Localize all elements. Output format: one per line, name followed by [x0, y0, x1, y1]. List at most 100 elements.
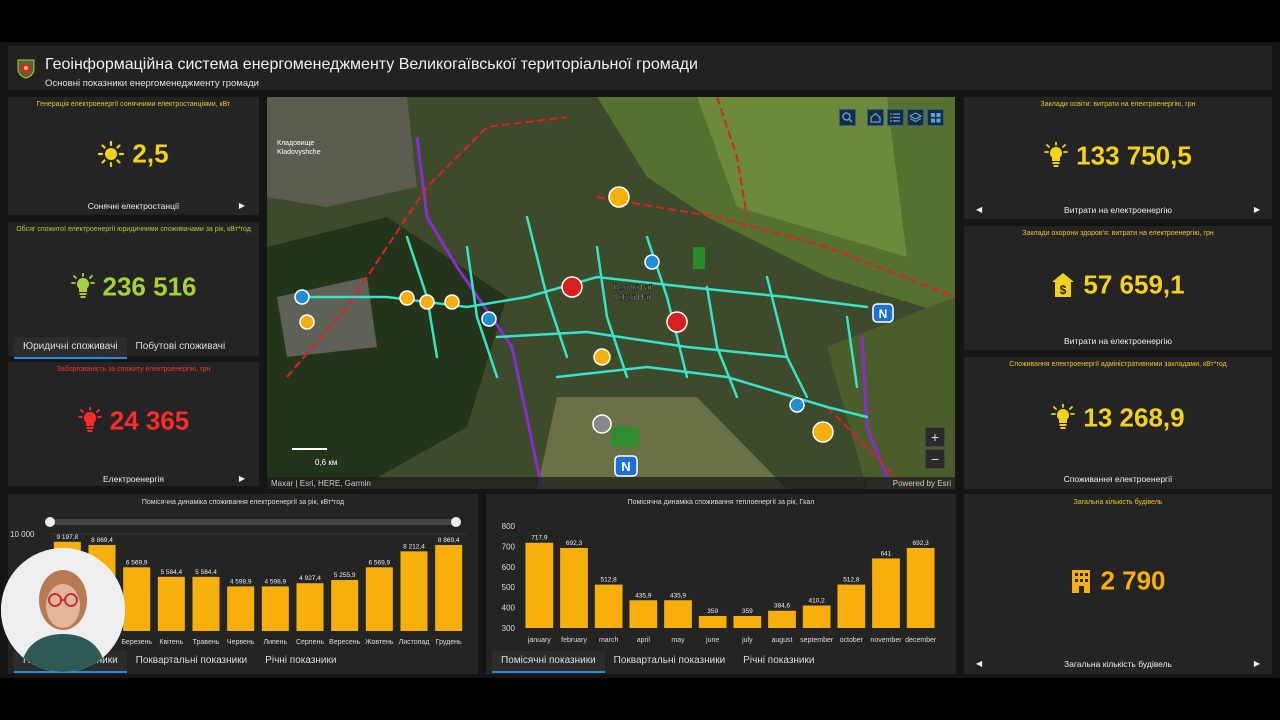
building-dollar-icon: $ [1052, 273, 1075, 298]
debt-value-row: 24 365 [8, 404, 259, 437]
basemap-gallery-icon[interactable] [927, 109, 944, 126]
header-bar: Геоінформаційна система енергоменеджмент… [8, 46, 1272, 90]
education-footer: Витрати на електроенергію [1064, 205, 1172, 215]
education-value-row: 133 750,5 [964, 139, 1272, 172]
bar-value-label: 4 598,9 [230, 578, 252, 585]
admin-value-row: 13 268,9 [964, 401, 1272, 434]
admin-title: Споживання електроенергії адміністративн… [1009, 361, 1227, 368]
chart-bar[interactable] [435, 544, 463, 631]
bar-value-label: 435,9 [635, 592, 652, 599]
health-title: Заклади охорони здоров'я: витрати на еле… [1022, 230, 1214, 237]
category-label: september [800, 637, 834, 644]
chart-bar[interactable] [261, 586, 289, 631]
search-icon[interactable] [839, 109, 856, 126]
debt-title: Заборгованість за спожиту електроенергію… [56, 366, 211, 373]
legend-icon[interactable] [887, 109, 904, 126]
chart-bar[interactable] [802, 605, 831, 628]
map-label-place: Великі Гаї [613, 282, 653, 292]
debt-footer: Електроенергія [103, 474, 164, 484]
y-tick-label: 400 [502, 604, 516, 613]
health-value: 57 659,1 [1083, 269, 1185, 300]
home-icon[interactable] [867, 109, 884, 126]
prev-arrow-icon[interactable]: ◀ [976, 659, 982, 668]
y-tick-label: 500 [502, 583, 516, 592]
admin-panel: Споживання електроенергії адміністративн… [964, 357, 1272, 489]
consumer-tabs: Юридичні споживачі Побутові споживачі [14, 337, 234, 359]
lightbulb-icon [1051, 403, 1076, 430]
health-footer: Витрати на електроенергію [1064, 336, 1172, 346]
tab-monthly[interactable]: Помісячні показники [492, 651, 605, 673]
bar-value-label: 4 927,4 [299, 575, 321, 582]
chart-bar[interactable] [837, 584, 866, 628]
satellite-map[interactable]: Кладовище Kladovyshche Великі Гаї Velyki… [267, 97, 955, 489]
chart-bar[interactable] [331, 580, 359, 631]
range-slider-handle-end[interactable] [451, 517, 461, 527]
solar-footer: Сонячні електростанції [87, 201, 180, 211]
chart-bar[interactable] [768, 610, 796, 628]
next-arrow-icon[interactable]: ▶ [1254, 659, 1260, 668]
tab-household-consumers[interactable]: Побутові споживачі [127, 337, 235, 359]
category-label: june [705, 637, 719, 644]
bar-value-label: 8 869,4 [91, 537, 113, 544]
zoom-in-button[interactable]: + [925, 427, 945, 447]
tab-quarterly[interactable]: Поквартальні показники [605, 651, 735, 673]
bar-value-label: 717,9 [531, 535, 548, 542]
bar-value-label: 8 869,4 [438, 537, 460, 544]
debt-panel: Заборгованість за спожиту електроенергію… [8, 362, 259, 486]
layers-icon[interactable] [907, 109, 924, 126]
category-label: Серпень [296, 639, 324, 646]
map-label-cemetery: Кладовище [277, 140, 314, 147]
admin-value: 13 268,9 [1083, 402, 1185, 433]
map-view[interactable]: Кладовище Kladovyshche Великі Гаї Velyki… [267, 97, 955, 489]
next-arrow-icon[interactable]: ▶ [239, 474, 245, 483]
category-label: Червень [227, 639, 255, 646]
category-label: january [527, 637, 551, 644]
bar-value-label: 410,2 [809, 598, 826, 605]
bar-value-label: 8 212,4 [403, 543, 425, 550]
education-panel: Заклади освіти: витрати на електроенергі… [964, 97, 1272, 219]
chart-bar[interactable] [365, 567, 393, 631]
next-arrow-icon[interactable]: ▶ [1254, 205, 1260, 214]
consumed-value: 236 516 [102, 271, 197, 302]
bar-value-label: 5 255,9 [334, 572, 356, 579]
range-slider-handle-start[interactable] [45, 517, 55, 527]
svg-text:N: N [621, 459, 630, 474]
chart-bar[interactable] [906, 547, 935, 628]
next-arrow-icon[interactable]: ▶ [239, 201, 245, 210]
chart-bar[interactable] [733, 615, 762, 628]
chart-bar[interactable] [560, 547, 588, 628]
svg-text:$: $ [1060, 283, 1067, 297]
chart-bar[interactable] [664, 600, 692, 628]
buildings-panel: Загальна кількість будівель 2 790 Загаль… [964, 494, 1272, 674]
prev-arrow-icon[interactable]: ◀ [976, 205, 982, 214]
chart-bar[interactable] [400, 551, 428, 631]
category-label: august [771, 637, 792, 644]
category-label: october [840, 637, 864, 644]
tab-quarterly[interactable]: Поквартальні показники [127, 651, 257, 673]
chart-bar[interactable] [227, 586, 255, 631]
lightbulb-icon [77, 406, 102, 433]
category-label: Липень [263, 639, 287, 646]
bar-value-label: 4 598,9 [264, 578, 286, 585]
health-panel: Заклади охорони здоров'я: витрати на еле… [964, 226, 1272, 350]
zoom-out-button[interactable]: − [925, 449, 945, 469]
bar-value-label: 6 569,9 [368, 559, 390, 566]
chart-bar[interactable] [698, 615, 727, 628]
chart-bar[interactable] [525, 542, 554, 628]
admin-footer: Споживання електроенергії [1063, 474, 1173, 484]
buildings-title: Загальна кількість будівель [1073, 499, 1163, 506]
chart-bar[interactable] [192, 576, 220, 631]
chart-bar[interactable] [629, 600, 658, 628]
chart-bar[interactable] [872, 558, 900, 628]
tab-legal-consumers[interactable]: Юридичні споживачі [14, 337, 127, 359]
tab-yearly[interactable]: Річні показники [256, 651, 345, 673]
category-label: Квітень [159, 638, 183, 646]
coat-of-arms-icon [17, 59, 35, 79]
chart-bar[interactable] [594, 584, 623, 628]
buildings-footer: Загальна кількість будівель [1064, 659, 1172, 669]
tab-yearly[interactable]: Річні показники [734, 651, 823, 673]
chart-bar[interactable] [296, 583, 324, 631]
category-label: Травень [193, 639, 220, 646]
heat-chart: 300 400 500 600 700 800 717,9 january 692,3 febru… [502, 522, 937, 644]
chart-bar[interactable] [157, 576, 185, 631]
